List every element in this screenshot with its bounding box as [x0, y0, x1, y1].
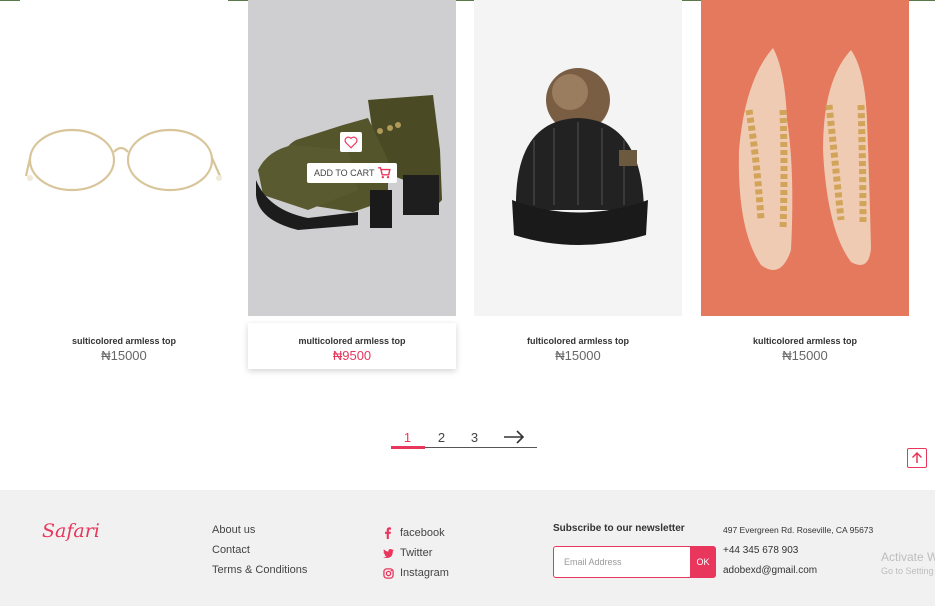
next-page-arrow-icon[interactable]: [503, 430, 525, 444]
newsletter-title: Subscribe to our newsletter: [553, 523, 685, 534]
social-label: facebook: [400, 527, 445, 539]
social-label: Instagram: [400, 567, 449, 579]
footer-link-terms[interactable]: Terms & Conditions: [212, 563, 307, 583]
wishlist-button[interactable]: [340, 132, 362, 152]
twitter-icon: [382, 546, 394, 560]
watermark-line-2: Go to Setting: [881, 566, 934, 576]
facebook-icon: [382, 526, 394, 540]
social-link-instagram[interactable]: Instagram: [382, 563, 449, 583]
social-links: facebook Twitter Instagram: [382, 523, 449, 583]
product-card[interactable]: sulticolored armless top ₦15000: [20, 0, 228, 370]
social-label: Twitter: [400, 547, 433, 559]
cart-icon: [378, 167, 391, 179]
contact-phone: +44 345 678 903: [723, 545, 799, 556]
add-to-cart-button[interactable]: ADD TO CART: [307, 163, 397, 183]
activation-watermark: Activate W Go to Setting: [881, 550, 935, 576]
watermark-line-1: Activate W: [881, 550, 935, 564]
product-price: ₦15000: [555, 348, 601, 363]
page-3-link[interactable]: 3: [458, 430, 491, 445]
subscribe-ok-button[interactable]: OK: [690, 546, 716, 578]
product-name[interactable]: kulticolored armless top: [701, 336, 909, 346]
heart-icon: [344, 136, 358, 149]
contact-address: 497 Evergreen Rd. Roseville, CA 95673: [723, 525, 874, 535]
product-price: ₦9500: [332, 348, 372, 363]
product-card[interactable]: kulticolored armless top ₦15000: [701, 0, 909, 370]
product-name[interactable]: fulticolored armless top: [474, 336, 682, 346]
social-link-facebook[interactable]: facebook: [382, 523, 449, 543]
add-to-cart-label: ADD TO CART: [314, 168, 375, 178]
product-image-glasses[interactable]: [20, 0, 228, 316]
page-1-link[interactable]: 1: [391, 430, 424, 445]
footer: Safari About us Contact Terms & Conditio…: [0, 490, 935, 606]
arrow-up-icon: [911, 452, 923, 463]
contact-email[interactable]: adobexd@gmail.com: [723, 565, 873, 585]
scroll-to-top-button[interactable]: [907, 448, 927, 468]
product-name[interactable]: sulticolored armless top: [20, 336, 228, 346]
safari-logo[interactable]: Safari: [42, 520, 100, 542]
product-name[interactable]: multicolored armless top: [248, 336, 456, 346]
product-card[interactable]: fulticolored armless top ₦15000: [474, 0, 682, 370]
contact-info: 497 Evergreen Rd. Roseville, CA 95673 +4…: [723, 525, 873, 585]
product-price: ₦15000: [101, 348, 147, 363]
footer-link-contact[interactable]: Contact: [212, 543, 307, 563]
social-link-twitter[interactable]: Twitter: [382, 543, 449, 563]
page-2-link[interactable]: 2: [425, 430, 458, 445]
footer-links: About us Contact Terms & Conditions: [212, 523, 307, 583]
product-image-beanie[interactable]: [474, 0, 682, 316]
product-image-shoes[interactable]: [701, 0, 909, 316]
product-image-boots[interactable]: [248, 0, 456, 316]
footer-link-about[interactable]: About us: [212, 523, 307, 543]
email-input[interactable]: [553, 546, 691, 578]
product-price: ₦15000: [782, 348, 828, 363]
pagination: 1 2 3: [391, 428, 537, 449]
active-page-indicator: [391, 446, 425, 449]
instagram-icon: [382, 566, 394, 580]
product-card-hovered[interactable]: ADD TO CART multicolored armless top ₦95…: [248, 0, 456, 370]
